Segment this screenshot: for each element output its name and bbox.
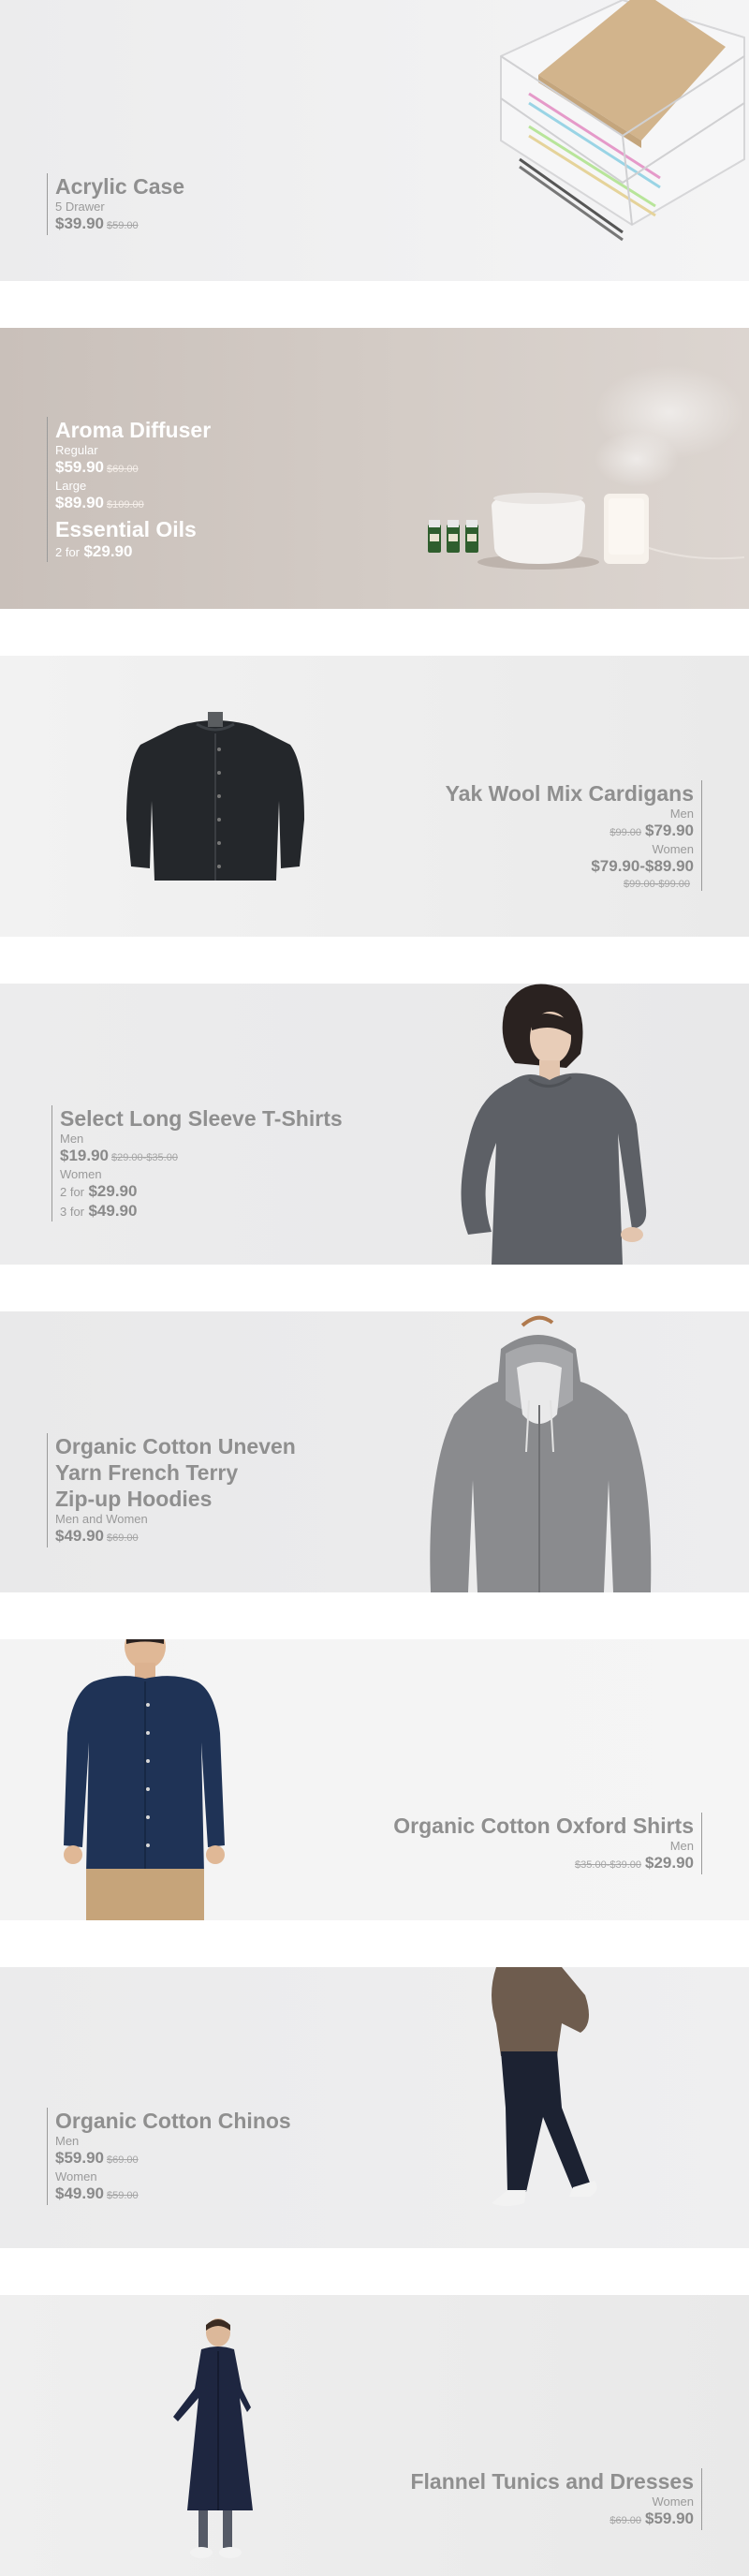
product-title[interactable]: Organic Cotton Chinos	[55, 2108, 291, 2134]
group-label: Women	[652, 842, 694, 856]
price-row: $49.90 $59.00	[55, 2184, 291, 2205]
group-label: Men	[55, 2134, 80, 2148]
sale-price: $59.90	[55, 2149, 104, 2167]
group-label: Men and Women	[55, 1512, 148, 1526]
dress-model-image	[173, 2318, 253, 2558]
sale-price: $59.90	[55, 458, 104, 476]
cardigan-image	[126, 712, 304, 881]
oxford-shirt-model-image	[64, 1639, 225, 1920]
sale-price: $39.90	[55, 215, 104, 232]
product-title[interactable]: Acrylic Case	[55, 173, 184, 200]
product-title[interactable]: Select Long Sleeve T-Shirts	[60, 1105, 343, 1132]
old-price-row: $99.00-$99.00	[446, 877, 694, 891]
product-title[interactable]: Flannel Tunics and Dresses	[410, 2468, 694, 2495]
product-title[interactable]: Yak Wool Mix Cardigans	[446, 780, 694, 807]
price-row: $49.90 $69.00	[55, 1527, 296, 1547]
banner-oxford-shirts[interactable]: Organic Cotton Oxford Shirts Men $35.00-…	[0, 1639, 749, 1920]
sale-price: $49.90	[55, 2184, 104, 2202]
hoodie-image	[430, 1315, 652, 1592]
original-price: $99.00	[609, 827, 641, 838]
original-price: $99.00-$99.00	[624, 879, 690, 890]
price-row: $69.00 $59.90	[410, 2509, 694, 2530]
group-label: Men	[669, 1839, 694, 1853]
price-row: $89.90 $109.00	[55, 494, 211, 514]
banner-aroma-diffuser[interactable]: Aroma Diffuser Regular $59.90 $69.00 Larg…	[0, 328, 749, 609]
sale-price: $49.90	[55, 1527, 104, 1545]
banner-flannel-tunics-dresses[interactable]: Flannel Tunics and Dresses Women $69.00 $…	[0, 2295, 749, 2576]
original-price: $69.00	[609, 2515, 641, 2526]
sale-price: $89.90	[55, 494, 104, 511]
product-title[interactable]: Essential Oils	[55, 516, 211, 542]
deal-row: 2 for $29.90	[55, 542, 211, 562]
product-info: Yak Wool Mix Cardigans Men $99.00 $79.90 …	[446, 780, 702, 891]
deal-row: 2 for $29.90	[60, 1182, 343, 1202]
group-label: Women	[60, 1167, 102, 1181]
price-row: $59.90 $69.00	[55, 2149, 291, 2169]
sale-price: $19.90	[60, 1147, 109, 1164]
product-info: Acrylic Case 5 Drawer $39.90 $59.00	[47, 173, 184, 235]
product-subtitle: 5 Drawer	[55, 200, 105, 214]
product-title-line[interactable]: Organic Cotton Uneven	[55, 1433, 296, 1459]
deal-prefix: 2 for	[60, 1185, 85, 1199]
aroma-diffuser-image	[428, 365, 745, 570]
original-price: $59.00	[107, 220, 139, 231]
original-price: $69.00	[107, 2154, 139, 2166]
group-label: Women	[55, 2169, 97, 2184]
original-price: $35.00-$39.00	[575, 1859, 641, 1871]
price-row: $39.90 $59.00	[55, 215, 184, 235]
price-row: $99.00 $79.90	[446, 822, 694, 842]
chinos-model-image	[492, 1967, 597, 2206]
sale-price: $79.90	[645, 822, 694, 839]
group-label: Men	[60, 1132, 84, 1146]
product-info: Organic Cotton Oxford Shirts Men $35.00-…	[393, 1813, 702, 1874]
deal-price: $29.90	[83, 542, 133, 560]
price-row: $19.90 $29.00-$35.00	[60, 1147, 343, 1167]
sale-price: $79.90-$89.90	[591, 857, 694, 875]
variant-label: Regular	[55, 443, 98, 457]
original-price: $109.00	[107, 499, 144, 511]
sale-price: $59.90	[645, 2509, 694, 2527]
group-label: Men	[669, 807, 694, 821]
product-info: Flannel Tunics and Dresses Women $69.00 $…	[410, 2468, 702, 2530]
product-info: Aroma Diffuser Regular $59.90 $69.00 Larg…	[47, 417, 211, 562]
deal-price: $49.90	[88, 1202, 138, 1220]
deal-prefix: 3 for	[60, 1205, 85, 1219]
product-title[interactable]: Aroma Diffuser	[55, 417, 211, 443]
deal-price: $29.90	[88, 1182, 138, 1200]
banner-chinos[interactable]: Organic Cotton Chinos Men $59.90 $69.00 W…	[0, 1967, 749, 2248]
tshirt-model-image	[461, 984, 647, 1265]
original-price: $29.00-$35.00	[111, 1152, 178, 1163]
group-label: Women	[652, 2495, 694, 2509]
banner-yak-wool-cardigans[interactable]: Yak Wool Mix Cardigans Men $99.00 $79.90 …	[0, 656, 749, 937]
banner-long-sleeve-tshirts[interactable]: Select Long Sleeve T-Shirts Men $19.90 $2…	[0, 984, 749, 1265]
price-row: $35.00-$39.00 $29.90	[393, 1854, 694, 1874]
price-row: $59.90 $69.00	[55, 458, 211, 479]
original-price: $69.00	[107, 1532, 139, 1544]
product-title[interactable]: Organic Cotton Oxford Shirts	[393, 1813, 694, 1839]
price-row: $79.90-$89.90	[446, 857, 694, 877]
deal-prefix: 2 for	[55, 545, 81, 559]
deal-row: 3 for $49.90	[60, 1202, 343, 1221]
variant-label: Large	[55, 479, 87, 493]
product-title-line[interactable]: Zip-up Hoodies	[55, 1486, 296, 1512]
product-info: Organic Cotton Uneven Yarn French Terry …	[47, 1433, 296, 1547]
sale-price: $29.90	[645, 1854, 694, 1872]
product-info: Select Long Sleeve T-Shirts Men $19.90 $2…	[51, 1105, 343, 1221]
banner-zip-up-hoodies[interactable]: Organic Cotton Uneven Yarn French Terry …	[0, 1311, 749, 1592]
acrylic-case-image	[500, 0, 745, 242]
product-info: Organic Cotton Chinos Men $59.90 $69.00 W…	[47, 2108, 291, 2205]
original-price: $69.00	[107, 464, 139, 475]
original-price: $59.00	[107, 2190, 139, 2201]
banner-acrylic-case[interactable]: Acrylic Case 5 Drawer $39.90 $59.00	[0, 0, 749, 281]
product-title-line[interactable]: Yarn French Terry	[55, 1459, 296, 1486]
